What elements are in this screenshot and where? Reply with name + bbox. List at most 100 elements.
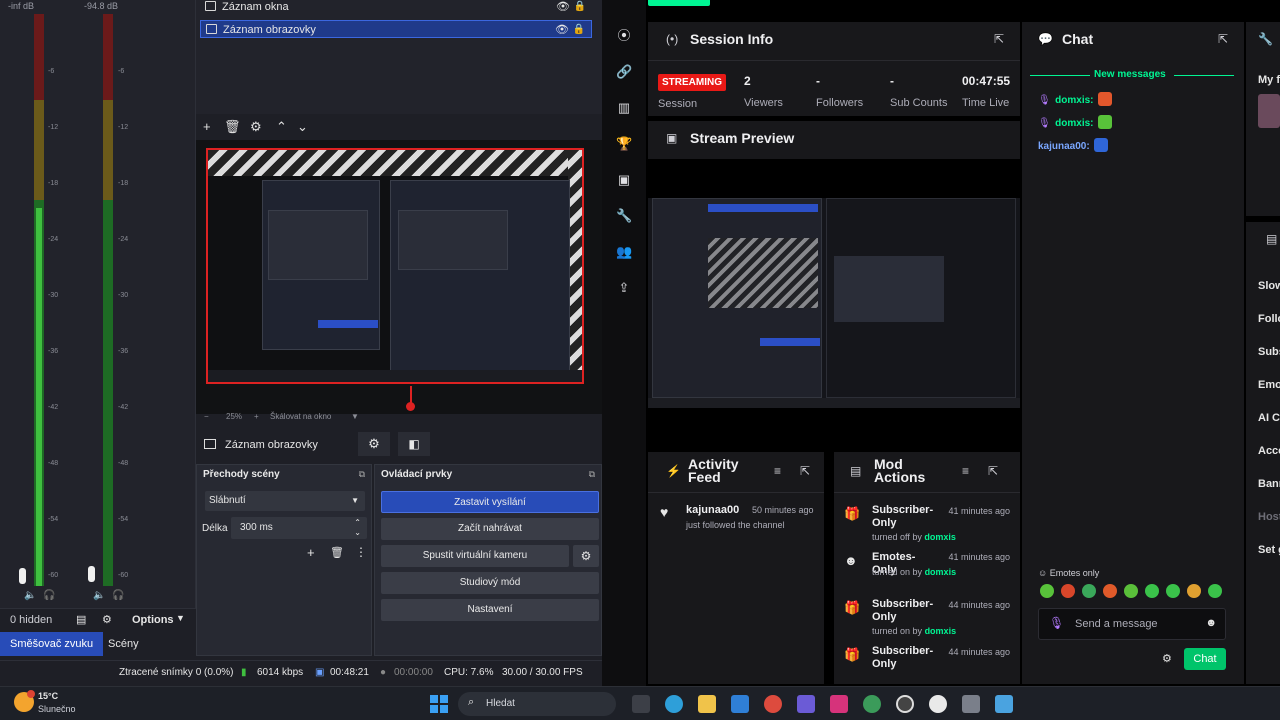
chrome-profile-icon[interactable]: [863, 695, 881, 713]
tab-audio-mixer[interactable]: Směšovač zvuku: [0, 632, 104, 656]
lock-icon[interactable]: 🔒: [573, 21, 585, 39]
transition-select[interactable]: Slábnutí ▼: [205, 491, 365, 511]
mail-icon[interactable]: [731, 695, 749, 713]
trophy-icon[interactable]: 🏆: [616, 136, 632, 152]
emote-button-icon[interactable]: [1124, 584, 1138, 598]
tab-scenes[interactable]: Scény: [98, 632, 149, 656]
layout-icon[interactable]: ▤: [76, 613, 86, 626]
settings-item[interactable]: Follo: [1258, 313, 1280, 325]
properties-gear-button[interactable]: ⚙: [358, 432, 390, 456]
teams-icon[interactable]: [797, 695, 815, 713]
chevron-down-icon[interactable]: ▼: [351, 412, 359, 421]
emote-button-icon[interactable]: [1040, 584, 1054, 598]
analytics-icon[interactable]: ▥: [616, 100, 632, 116]
lock-icon[interactable]: 🔒: [574, 0, 586, 16]
studio-mode-button[interactable]: Studiový mód: [381, 572, 599, 594]
popout-icon[interactable]: ⧉: [589, 469, 595, 480]
add-icon[interactable]: +: [203, 119, 211, 134]
duration-input[interactable]: 300 ms ⌃ ⌄: [231, 517, 367, 539]
link-icon[interactable]: 🔗: [616, 64, 632, 80]
settings-item[interactable]: Emo: [1258, 379, 1280, 391]
file-explorer-icon[interactable]: [698, 695, 716, 713]
emote-button-icon[interactable]: [1103, 584, 1117, 598]
instagram-icon[interactable]: [830, 695, 848, 713]
chat-send-button[interactable]: Chat: [1184, 648, 1226, 670]
stream-preview-video[interactable]: [648, 198, 1020, 408]
chat-input[interactable]: 🎙 Send a message ☻: [1038, 608, 1226, 640]
virtual-camera-gear-button[interactable]: ⚙: [573, 545, 599, 567]
chevron-down-icon[interactable]: ▼: [176, 613, 185, 623]
edge-icon[interactable]: [665, 695, 683, 713]
mod-action-user[interactable]: domxis: [924, 532, 956, 542]
more-vertical-icon[interactable]: ⋮: [355, 545, 367, 559]
wrench-icon[interactable]: 🔧: [616, 208, 632, 224]
options-button[interactable]: Options: [132, 614, 174, 626]
chat-username[interactable]: kajunaa00:: [1038, 141, 1090, 152]
wrench-icon[interactable]: 🔧: [1258, 32, 1273, 46]
headphones-icon[interactable]: 🎧: [112, 590, 124, 601]
chat-username[interactable]: domxis:: [1055, 95, 1093, 106]
popout-icon[interactable]: ⇱: [988, 464, 998, 478]
mod-action-user[interactable]: domxis: [925, 567, 957, 577]
settings-icon[interactable]: [962, 695, 980, 713]
eye-icon[interactable]: 👁: [555, 21, 569, 39]
emote-button-icon[interactable]: [1082, 584, 1096, 598]
filters-button[interactable]: ◧: [398, 432, 430, 456]
speaker-icon[interactable]: 🔈: [93, 590, 105, 601]
settings-item[interactable]: Set g: [1258, 544, 1280, 556]
filter-icon[interactable]: ≡: [962, 464, 969, 478]
stop-streaming-button[interactable]: Zastavit vysílání: [381, 491, 599, 513]
video-icon[interactable]: ▣: [616, 172, 632, 188]
volume-fader-2[interactable]: [88, 566, 95, 582]
popout-icon[interactable]: ⇱: [800, 464, 810, 478]
arrow-down-icon[interactable]: ⌄: [297, 119, 308, 135]
start-virtual-camera-button[interactable]: Spustit virtuální kameru: [381, 545, 569, 567]
settings-item[interactable]: Slow: [1258, 280, 1280, 292]
scale-select[interactable]: Škálovat na okno: [270, 412, 331, 421]
emote-button-icon[interactable]: [1061, 584, 1075, 598]
gear-icon[interactable]: ⚙: [102, 613, 112, 626]
task-view-icon[interactable]: [632, 695, 650, 713]
emote-button-icon[interactable]: [1166, 584, 1180, 598]
zoom-out-button[interactable]: −: [204, 412, 209, 421]
settings-item[interactable]: AI Ch: [1258, 412, 1280, 424]
gear-icon[interactable]: ⚙: [250, 119, 262, 135]
popout-icon[interactable]: ⧉: [359, 469, 365, 480]
popout-icon[interactable]: ⇱: [994, 32, 1004, 46]
users-icon[interactable]: 👥: [616, 244, 632, 260]
microphone-icon[interactable]: 🎙: [1049, 616, 1064, 630]
emote-button-icon[interactable]: [1187, 584, 1201, 598]
mod-action-user[interactable]: domxis: [925, 626, 957, 636]
obs-preview[interactable]: [196, 140, 602, 414]
source-item[interactable]: Záznam okna 👁 🔒: [200, 0, 592, 16]
settings-item[interactable]: Host: [1258, 511, 1280, 523]
add-icon[interactable]: +: [307, 545, 315, 560]
arrow-up-icon[interactable]: ⌃: [276, 119, 287, 135]
speaker-icon[interactable]: 🔈: [24, 590, 36, 601]
settings-item[interactable]: Subs: [1258, 346, 1280, 358]
eye-icon[interactable]: 👁: [556, 0, 570, 16]
chat-username[interactable]: domxis:: [1055, 118, 1093, 129]
obs-icon[interactable]: [896, 695, 914, 713]
settings-item[interactable]: Bann: [1258, 478, 1280, 490]
emote-button-icon[interactable]: [1208, 584, 1222, 598]
start-recording-button[interactable]: Začít nahrávat: [381, 518, 599, 540]
preview-canvas[interactable]: [206, 148, 584, 384]
app-icon[interactable]: [929, 695, 947, 713]
volume-fader-1[interactable]: [19, 568, 26, 584]
trash-icon[interactable]: 🗑: [224, 119, 241, 135]
gear-icon[interactable]: ⚙: [1162, 652, 1172, 665]
stepper-down-icon[interactable]: ⌄: [354, 522, 361, 544]
chrome-icon[interactable]: [764, 695, 782, 713]
zoom-in-button[interactable]: +: [254, 412, 259, 421]
broadcast-icon[interactable]: ⦿: [616, 28, 632, 44]
settings-item[interactable]: Acco: [1258, 445, 1280, 457]
settings-button[interactable]: Nastavení: [381, 599, 599, 621]
trash-icon[interactable]: 🗑: [330, 546, 344, 559]
app-window-icon[interactable]: [995, 695, 1013, 713]
headphones-icon[interactable]: 🎧: [43, 590, 55, 601]
popout-icon[interactable]: ⇱: [1218, 32, 1228, 46]
emoji-icon[interactable]: ☻: [1205, 617, 1217, 629]
source-item[interactable]: Záznam obrazovky 👁 🔒: [200, 20, 592, 38]
emote-button-icon[interactable]: [1145, 584, 1159, 598]
